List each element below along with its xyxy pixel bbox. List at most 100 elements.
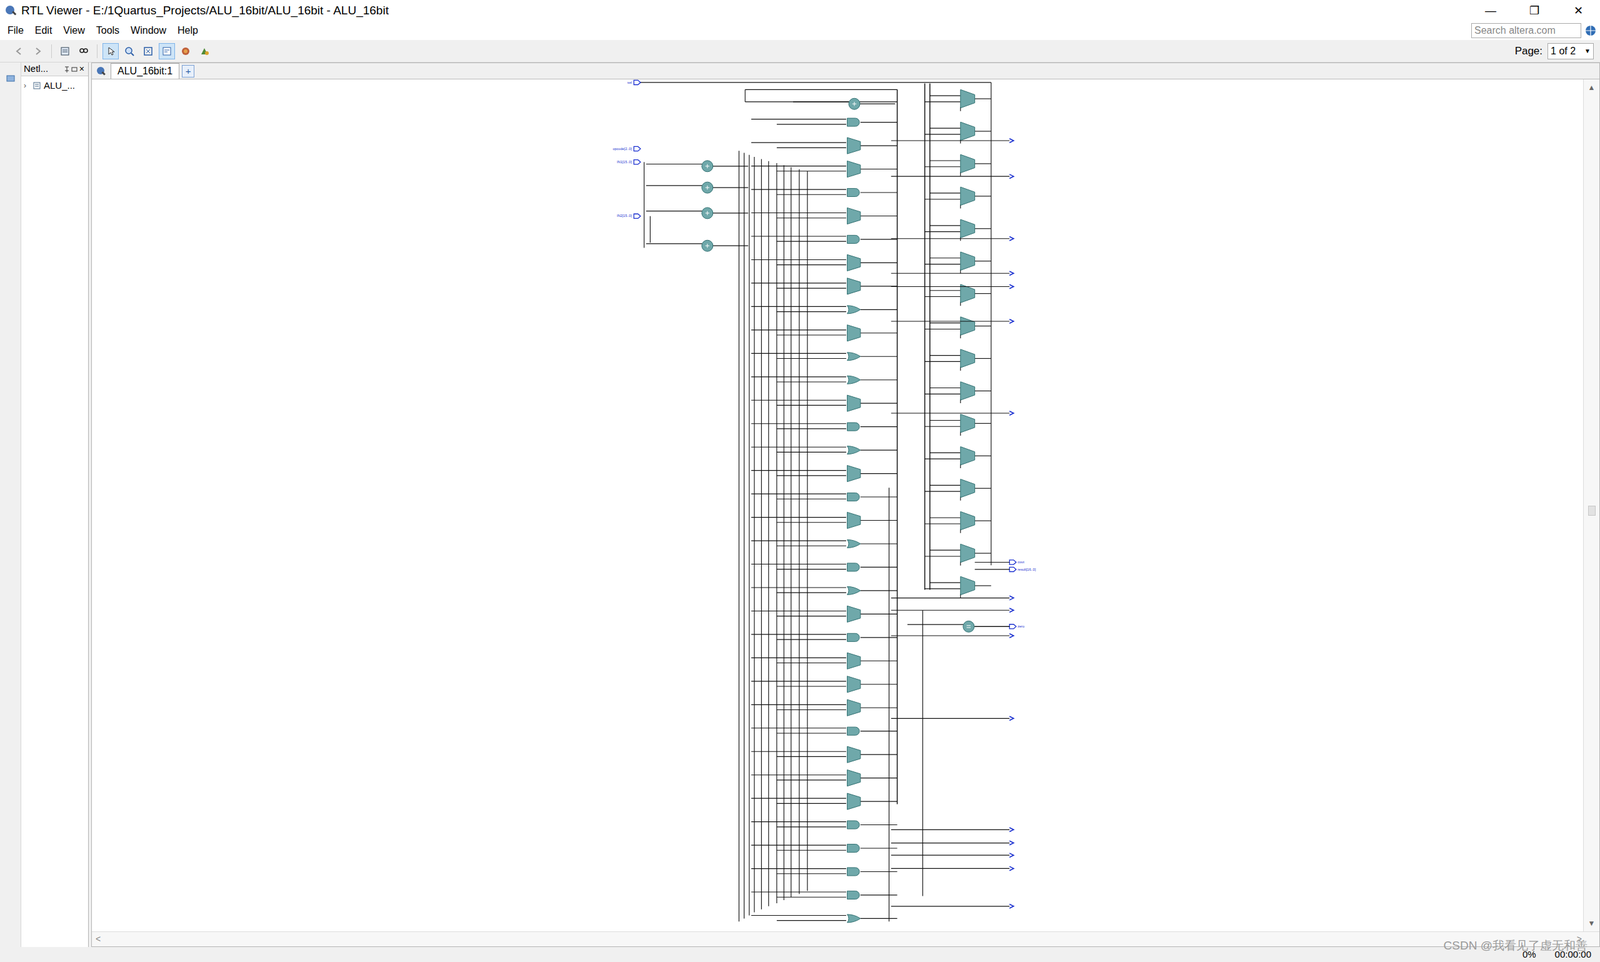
and-node[interactable] [847,843,860,852]
input-port[interactable] [633,160,641,165]
output-pin[interactable] [1009,138,1014,144]
mux-node[interactable] [847,652,861,669]
zoom-button[interactable] [121,43,138,60]
add-node[interactable] [848,98,860,110]
menu-item[interactable]: Help [172,23,204,39]
search-field[interactable] [1471,23,1582,39]
mux-node[interactable] [960,414,975,433]
mux-node[interactable] [847,699,861,716]
menu-item[interactable]: Window [125,23,172,39]
pin-icon[interactable] [63,65,71,74]
or-node[interactable] [847,375,861,384]
mux-node[interactable] [960,446,975,465]
fit-button[interactable] [140,43,157,60]
mux-node[interactable] [960,381,975,400]
or-node[interactable] [847,446,861,455]
output-pin[interactable] [1009,236,1014,241]
and-node[interactable] [847,633,860,642]
schematic-tab[interactable]: ALU_16bit:1 [110,63,180,79]
expand-arrow[interactable]: › [23,80,30,92]
window-control[interactable]: — [1468,0,1513,22]
and-node[interactable] [847,492,860,501]
close-button[interactable]: × [78,62,86,76]
output-pin[interactable] [1009,716,1014,721]
and-node[interactable] [847,118,860,127]
pin-icon[interactable] [5,73,16,84]
output-pin[interactable] [1009,904,1014,909]
output-pin[interactable] [1009,271,1014,276]
add-tab-button[interactable]: + [181,65,195,78]
output-pin[interactable] [1009,853,1014,858]
input-port[interactable] [633,146,641,151]
or-node[interactable] [847,352,861,361]
mux-node[interactable] [960,511,975,530]
schematic-diagram[interactable]: selopcode[2..0]IN1[15..0]IN2[15..0]coutr… [598,79,1089,931]
menu-item[interactable]: File [2,23,29,39]
vertical-scrollbar[interactable]: ▲ ▼ [1583,79,1600,932]
output-pin[interactable] [1009,174,1014,179]
mux-node[interactable] [960,543,975,562]
window-control[interactable]: ✕ [1556,0,1600,22]
mux-node[interactable] [960,479,975,498]
or-node[interactable] [847,539,861,548]
mux-node[interactable] [847,160,861,177]
mux-node[interactable] [847,676,861,693]
menu-item[interactable]: Edit [30,23,58,39]
globe-icon[interactable] [1585,25,1597,37]
horizontal-scrollbar[interactable]: < > [91,931,1600,947]
output-pin[interactable] [1009,633,1014,639]
add-node[interactable] [701,160,714,172]
filter-button[interactable] [177,43,194,60]
mux-node[interactable] [960,576,975,595]
hierarchy-button[interactable] [158,43,175,60]
mux-node[interactable] [847,511,861,529]
mux-node[interactable] [847,770,861,787]
output-pin[interactable] [1009,319,1014,324]
input-port[interactable] [633,213,641,219]
equal-node[interactable] [963,620,975,632]
mux-node[interactable] [960,154,975,173]
mux-node[interactable] [847,746,861,763]
add-node[interactable] [701,240,714,252]
run-button[interactable] [196,43,213,60]
netlist-button[interactable] [56,43,74,60]
output-pin[interactable] [1009,866,1014,871]
and-node[interactable] [847,188,860,197]
and-node[interactable] [847,563,860,572]
mux-node[interactable] [960,89,975,108]
tree-item[interactable]: › ALU_... [21,78,89,94]
add-node[interactable] [701,207,714,219]
or-node[interactable] [847,914,861,923]
mux-node[interactable] [960,316,975,335]
and-node[interactable] [847,890,860,899]
input-port[interactable] [633,80,641,85]
mux-node[interactable] [847,137,861,154]
mux-node[interactable] [847,254,861,271]
output-pin[interactable] [1009,840,1014,845]
mux-node[interactable] [847,278,861,295]
add-node[interactable] [701,181,714,194]
mux-node[interactable] [847,325,861,342]
menu-item[interactable]: View [58,23,90,39]
and-node[interactable] [847,422,860,431]
mux-node[interactable] [847,465,861,482]
forward-button[interactable] [30,43,47,60]
mux-node[interactable] [847,793,861,810]
scroll-thumb[interactable] [1588,505,1596,516]
mux-node[interactable] [960,186,975,205]
mux-node[interactable] [960,349,975,368]
mux-node[interactable] [960,284,975,303]
mux-node[interactable] [960,251,975,270]
output-pin[interactable] [1009,608,1014,613]
schematic-canvas[interactable]: selopcode[2..0]IN1[15..0]IN2[15..0]coutr… [91,79,1584,932]
and-node[interactable] [847,726,860,735]
or-node[interactable] [847,305,861,314]
and-node[interactable] [847,867,860,876]
tree-label[interactable]: ALU_... [43,78,75,94]
select-button[interactable] [102,43,119,60]
mux-node[interactable] [960,121,975,140]
mux-node[interactable] [960,219,975,238]
mux-node[interactable] [847,395,861,412]
page-selector[interactable]: 1 of 2▼ [1547,43,1594,60]
or-node[interactable] [847,586,861,595]
